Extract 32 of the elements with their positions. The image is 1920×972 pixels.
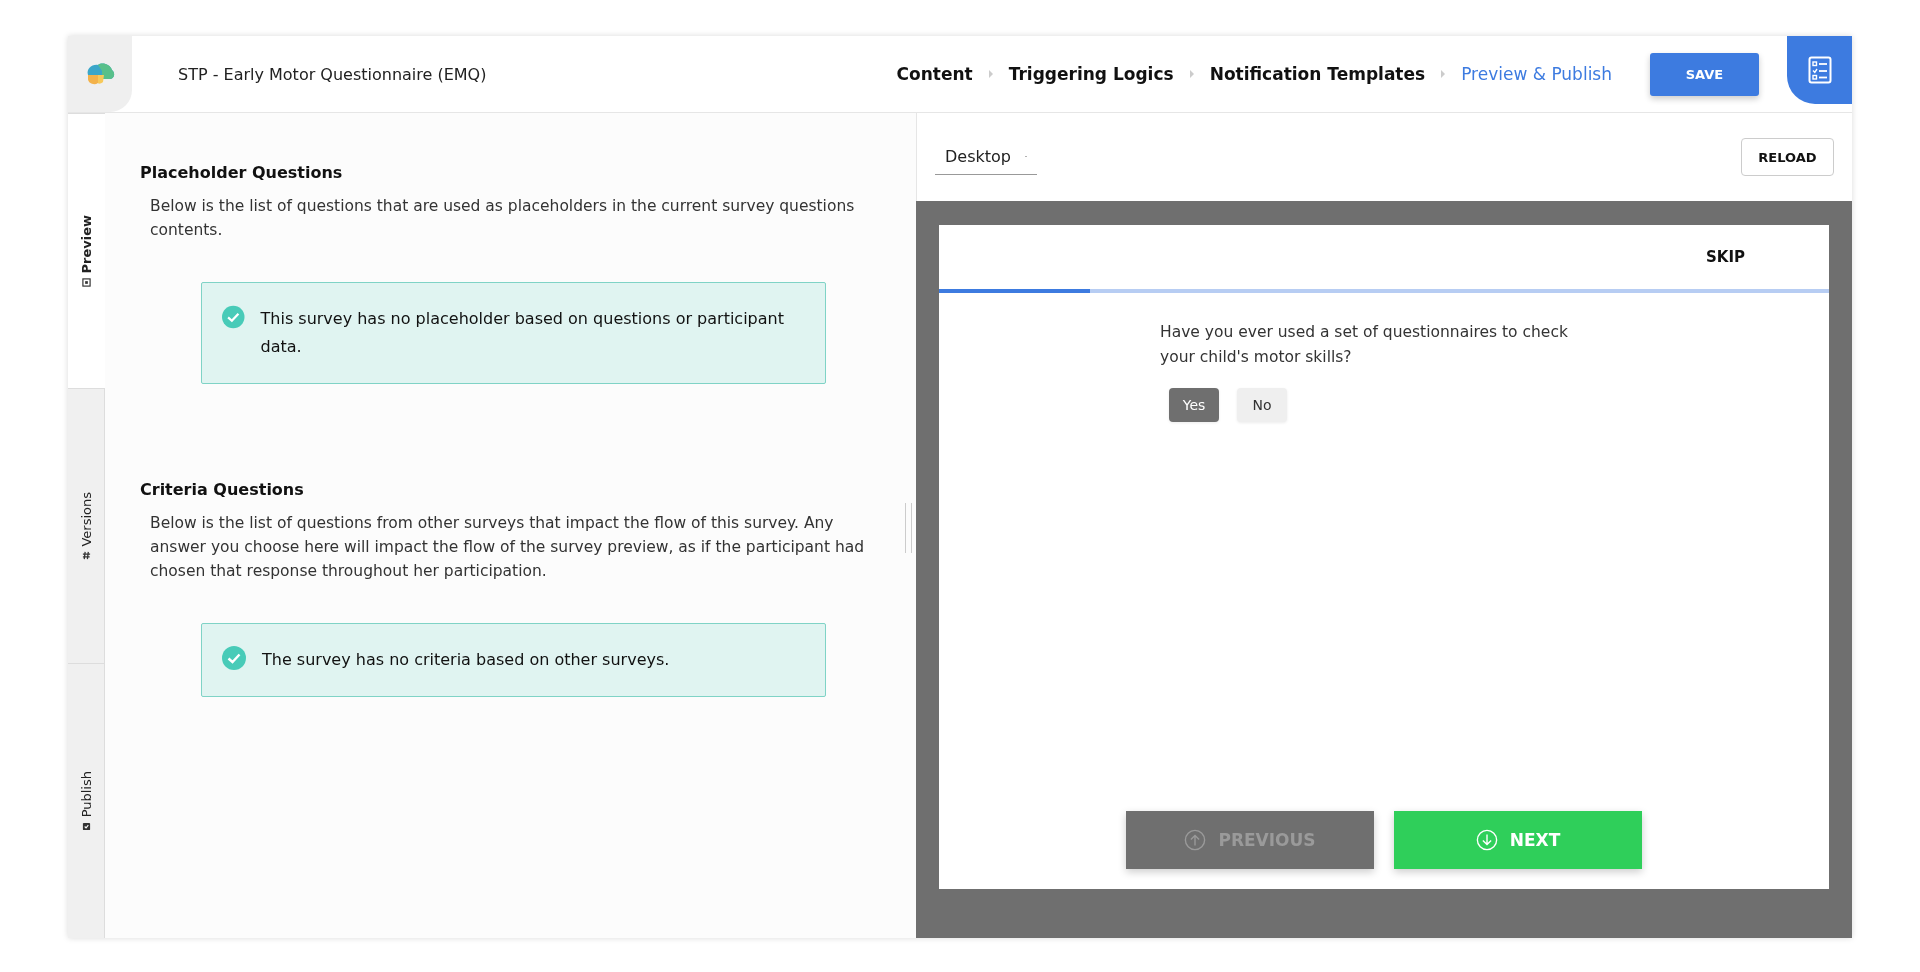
survey-title: STP - Early Motor Questionnaire (EMQ) xyxy=(178,64,487,84)
check-circle-icon xyxy=(222,646,246,670)
notice-text: This survey has no placeholder based on questions or participant data. xyxy=(260,308,785,358)
step-link[interactable]: Triggering Logics xyxy=(1008,64,1174,84)
section-heading: Placeholder Questions xyxy=(140,163,344,182)
reload-button[interactable]: RELOAD xyxy=(1741,138,1834,176)
skip-link[interactable]: SKIP xyxy=(1706,248,1745,266)
resize-handle[interactable] xyxy=(905,503,912,553)
checklist-tab[interactable] xyxy=(1787,36,1852,104)
step-link[interactable]: Content xyxy=(896,64,973,84)
checklist-icon xyxy=(1807,56,1832,84)
answer-option[interactable]: Yes xyxy=(1169,388,1219,422)
up-arrow-circle-icon xyxy=(1184,829,1207,851)
hash-icon xyxy=(81,550,91,560)
step-link[interactable]: Preview & Publish xyxy=(1461,64,1612,84)
question-text: Have you ever used a set of questionnaires to check your child's motor skills? xyxy=(1160,322,1569,368)
publish-icon xyxy=(81,821,91,831)
side-tab[interactable]: Versions xyxy=(68,388,105,663)
check-circle-icon xyxy=(222,305,245,329)
device-dropdown[interactable]: Desktop xyxy=(935,139,1037,175)
step-link[interactable]: Notification Templates xyxy=(1209,64,1426,84)
logo-tile[interactable] xyxy=(68,36,132,112)
save-button[interactable]: SAVE xyxy=(1650,52,1759,96)
section-heading: Criteria Questions xyxy=(140,480,305,499)
section-description: Below is the list of questions from other surveys that impact the flow of this survey. Any answer you choose here will impact the flow of the survey preview, as if the participant had chosen that response throughout her participation. xyxy=(150,513,866,582)
side-tab[interactable]: Publish xyxy=(68,663,105,938)
preview-icon xyxy=(82,277,91,287)
side-tab[interactable]: Preview xyxy=(68,113,105,388)
down-arrow-circle-icon xyxy=(1475,829,1498,851)
section-description: Below is the list of questions that are used as placeholders in the current survey questions contents. xyxy=(150,196,856,241)
notice-text: The survey has no criteria based on other surveys. xyxy=(262,649,670,671)
answer-option[interactable]: No xyxy=(1237,388,1287,422)
